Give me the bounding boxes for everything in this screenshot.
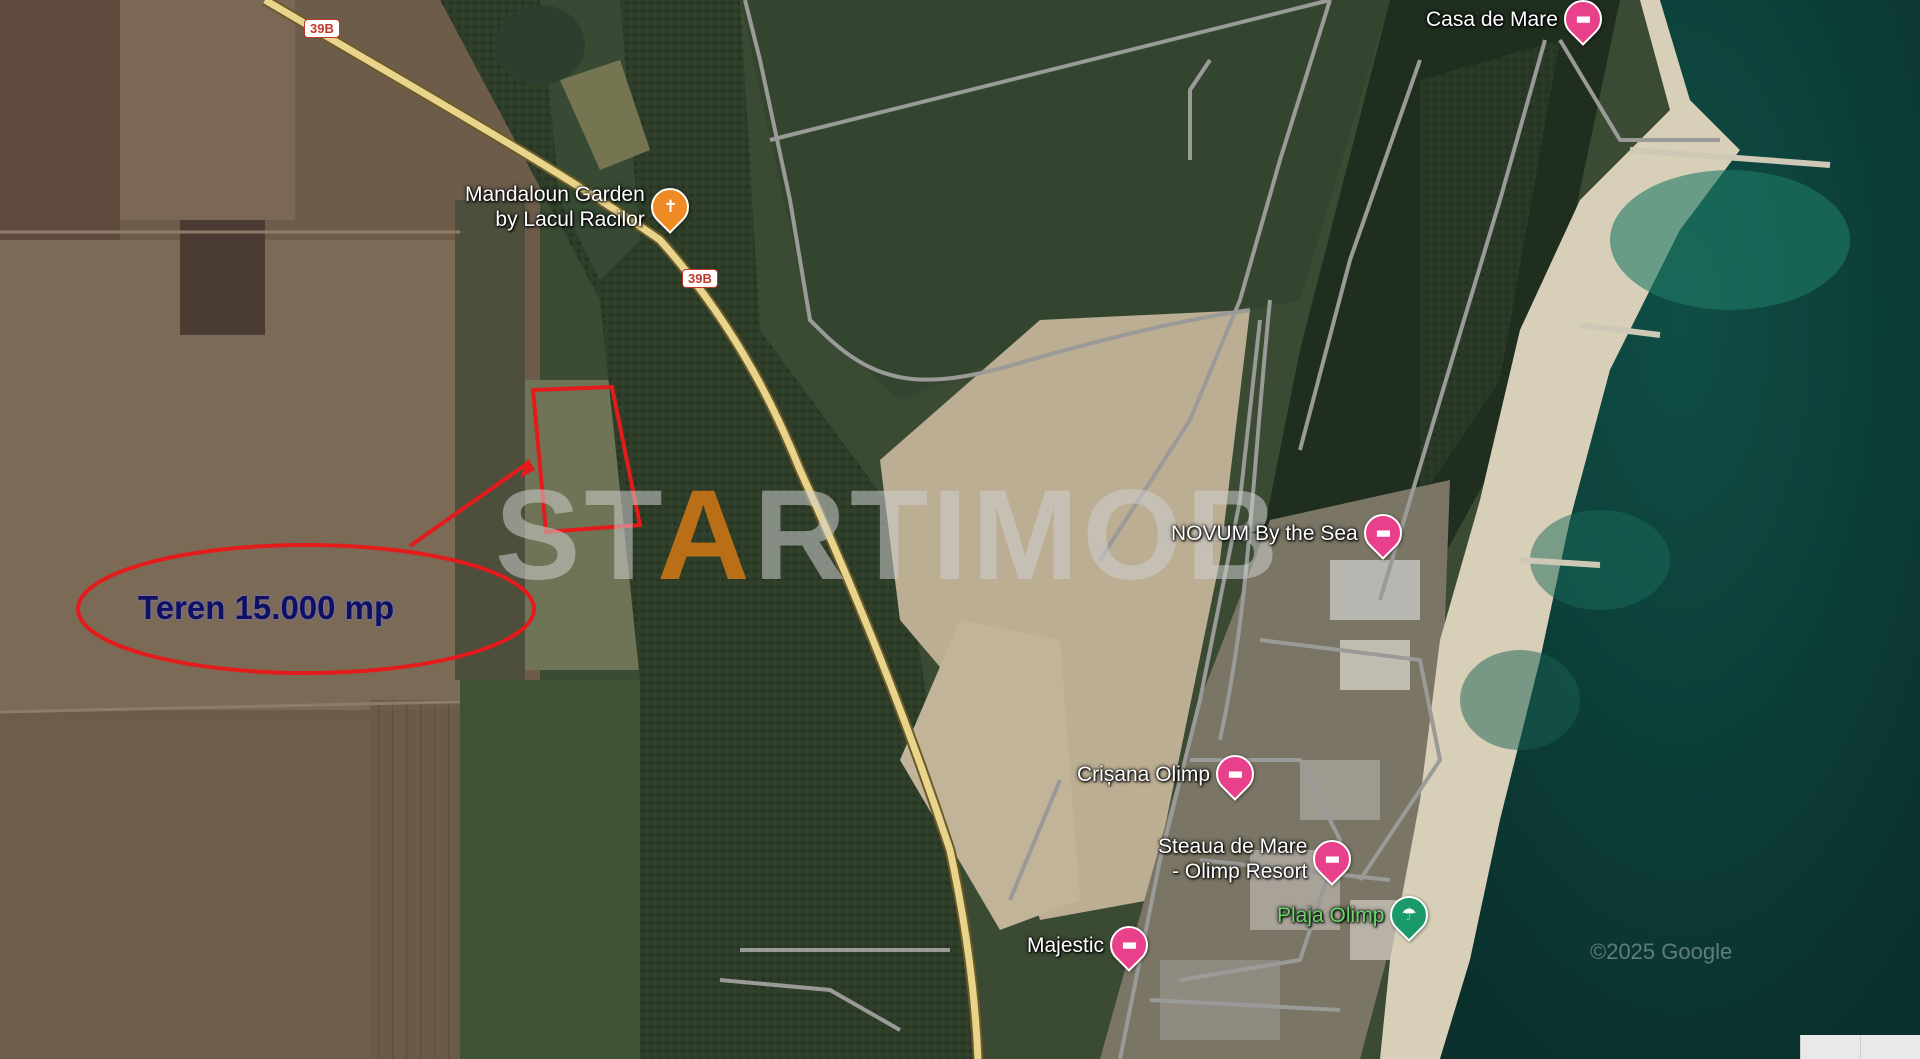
poi-label: NOVUM By the Sea xyxy=(1171,521,1358,545)
bed-icon: ▬ xyxy=(1208,747,1262,801)
poi-label: Crișana Olimp xyxy=(1077,762,1211,786)
startimob-watermark: STARTIMOB xyxy=(495,464,1283,607)
bed-icon: ▬ xyxy=(1355,506,1410,560)
poi-label: Steaua de Mare - Olimp Resort xyxy=(1158,835,1308,883)
poi-novum-by-the-sea[interactable]: NOVUM By the Sea ▬ xyxy=(1171,506,1410,560)
satellite-map[interactable]: 39B 39B STARTIMOB Teren 15.000 mp Casa d… xyxy=(0,0,1920,1059)
umbrella-icon: ☂ xyxy=(1382,888,1437,942)
pegman-control[interactable] xyxy=(1800,1035,1860,1059)
road-shield-39b-south: 39B xyxy=(682,269,718,288)
poi-casa-de-mare[interactable]: Casa de Mare ▬ xyxy=(1426,0,1610,46)
road-shield-39b: 39B xyxy=(304,19,340,38)
bed-icon: ▬ xyxy=(1305,832,1360,886)
poi-plaja-olimp[interactable]: Plaja Olimp ☂ xyxy=(1277,888,1437,942)
layers-control[interactable] xyxy=(1860,1035,1920,1059)
poi-crisana-olimp[interactable]: Crișana Olimp ▬ xyxy=(1077,747,1262,801)
poi-label: Majestic xyxy=(1027,933,1105,957)
poi-label: Plaja Olimp xyxy=(1277,903,1385,927)
poi-mandaloun-garden[interactable]: Mandaloun Garden by Lacul Racilor ✝ xyxy=(465,180,697,234)
bed-icon: ▬ xyxy=(1102,918,1156,972)
poi-label: Casa de Mare xyxy=(1426,7,1558,31)
parcel-label: Teren 15.000 mp xyxy=(138,589,395,626)
map-corner-controls[interactable] xyxy=(1800,1035,1920,1059)
poi-majestic[interactable]: Majestic ▬ xyxy=(1027,918,1156,972)
fork-knife-icon: ✝ xyxy=(642,180,697,234)
map-attribution: ©2025 Google xyxy=(1590,939,1733,964)
poi-label: Mandaloun Garden by Lacul Racilor xyxy=(465,183,645,231)
poi-steaua-de-mare[interactable]: Steaua de Mare - Olimp Resort ▬ xyxy=(1158,832,1360,886)
